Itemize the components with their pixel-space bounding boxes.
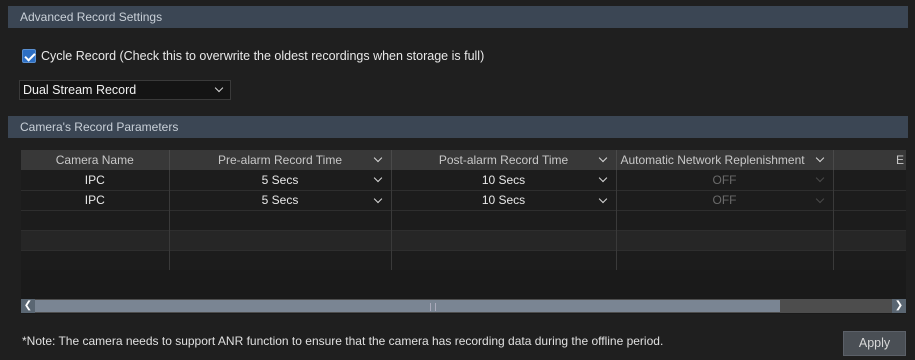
chevron-down-icon (214, 83, 224, 93)
column-header-post-alarm[interactable]: Post-alarm Record Time (391, 150, 617, 170)
table-row: IPC 5 Secs 10 Secs OFF (21, 170, 906, 190)
scroll-thumb[interactable] (35, 300, 780, 312)
pre-alarm-select[interactable]: 5 Secs (169, 189, 392, 210)
chevron-down-icon[interactable] (815, 153, 824, 163)
chevron-down-icon[interactable] (598, 153, 607, 163)
horizontal-scrollbar[interactable]: ❮ ❯ (21, 299, 906, 313)
column-header-anr[interactable]: Automatic Network Replenishment (616, 150, 834, 170)
scroll-right-icon[interactable]: ❯ (892, 299, 906, 313)
cycle-record-option[interactable]: Cycle Record (Check this to overwrite th… (22, 49, 484, 63)
extra-cell (833, 170, 906, 190)
chevron-down-icon (815, 173, 824, 183)
column-header-more: E (833, 150, 906, 170)
pre-alarm-select[interactable]: 5 Secs (169, 170, 392, 190)
table-row: IPC 5 Secs 10 Secs OFF (21, 189, 906, 210)
empty-row (21, 229, 906, 250)
record-stream-select[interactable]: Dual Stream Record (19, 80, 231, 100)
chevron-down-icon[interactable] (373, 153, 382, 163)
anr-select: OFF (616, 170, 834, 190)
apply-button[interactable]: Apply (843, 331, 906, 356)
anr-note: *Note: The camera needs to support ANR f… (22, 334, 664, 348)
advanced-record-settings-header: Advanced Record Settings (8, 6, 908, 28)
cycle-record-label: Cycle Record (Check this to overwrite th… (41, 49, 485, 63)
cycle-record-checkbox[interactable] (22, 49, 36, 63)
scroll-left-icon[interactable]: ❮ (21, 299, 35, 313)
empty-row (21, 209, 906, 230)
chevron-down-icon (373, 194, 382, 203)
camera-name-cell: IPC (21, 189, 170, 210)
anr-select: OFF (616, 189, 834, 210)
grip-icon (430, 303, 436, 311)
record-parameters-table: Camera Name Pre-alarm Record Time Post-a… (21, 150, 906, 314)
post-alarm-select[interactable]: 10 Secs (391, 170, 617, 190)
column-header-pre-alarm[interactable]: Pre-alarm Record Time (169, 150, 392, 170)
camera-record-parameters-header: Camera's Record Parameters (8, 116, 908, 138)
chevron-down-icon (598, 173, 607, 183)
extra-cell (833, 189, 906, 210)
chevron-down-icon (815, 194, 824, 203)
table-header-row: Camera Name Pre-alarm Record Time Post-a… (21, 150, 906, 170)
chevron-down-icon (598, 194, 607, 203)
camera-name-cell: IPC (21, 170, 170, 190)
chevron-down-icon (373, 173, 382, 183)
record-stream-value: Dual Stream Record (23, 83, 137, 97)
empty-row (21, 249, 906, 270)
post-alarm-select[interactable]: 10 Secs (391, 189, 617, 210)
column-header-camera-name: Camera Name (21, 150, 170, 170)
